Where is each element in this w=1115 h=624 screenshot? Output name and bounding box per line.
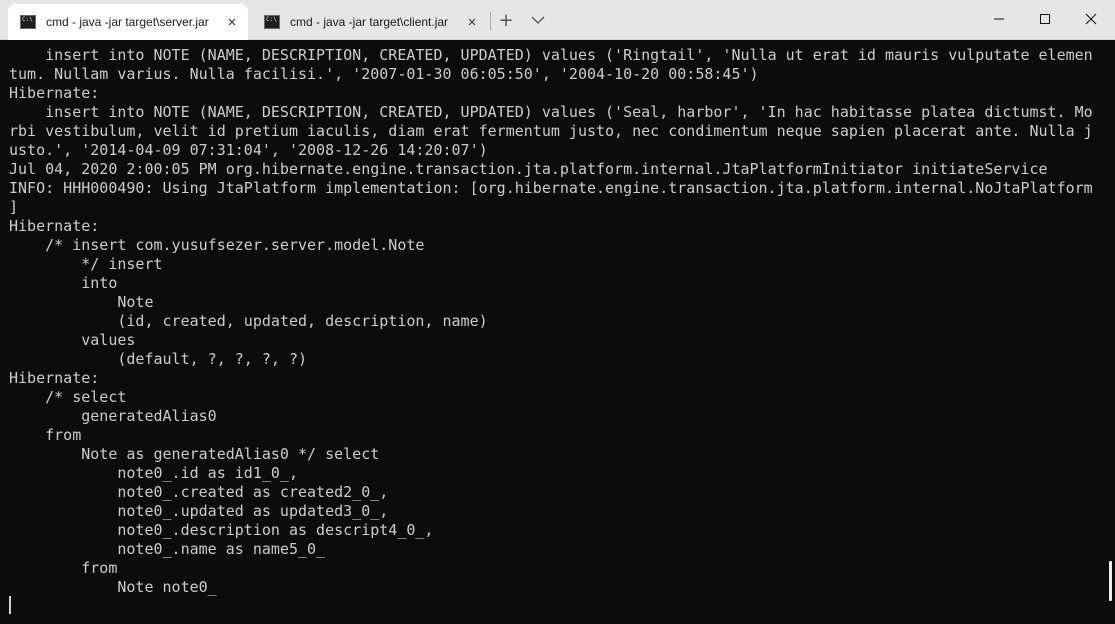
close-window-button[interactable]: [1068, 0, 1114, 38]
new-tab-icon[interactable]: +: [495, 9, 517, 31]
tab-client[interactable]: cmd - java -jar target\client.jar ×: [252, 4, 488, 40]
terminal-line: */ insert: [9, 255, 163, 273]
terminal-line: note0_.id as id1_0_,: [9, 464, 298, 482]
terminal-line: Note: [9, 293, 154, 311]
terminal-line: usto.', '2014-04-09 07:31:04', '2008-12-…: [9, 141, 488, 159]
terminal-line: tum. Nullam varius. Nulla facilisi.', '2…: [9, 65, 759, 83]
terminal-line: note0_.name as name5_0_: [9, 540, 326, 558]
terminal-line: values: [9, 331, 136, 349]
terminal-line: generatedAlias0: [9, 407, 217, 425]
terminal-line: Jul 04, 2020 2:00:05 PM org.hibernate.en…: [9, 160, 1048, 178]
chevron-down-icon[interactable]: [528, 10, 548, 30]
tab-divider: [490, 12, 491, 30]
cmd-icon: [20, 15, 36, 29]
close-icon: [1085, 13, 1097, 25]
tab-client-label: cmd - java -jar target\client.jar: [290, 15, 449, 29]
cmd-icon: [264, 15, 280, 29]
terminal-line: rbi vestibulum, velit id pretium iaculis…: [9, 122, 1093, 140]
minimize-button[interactable]: [976, 0, 1022, 38]
title-bar: cmd - java -jar target\server.jar × cmd …: [0, 0, 1115, 40]
terminal-line: Hibernate:: [9, 369, 100, 387]
tab-server-label: cmd - java -jar target\server.jar: [46, 15, 209, 29]
terminal-line: note0_.created as created2_0_,: [9, 483, 389, 501]
tab-server[interactable]: cmd - java -jar target\server.jar ×: [8, 4, 248, 40]
scrollbar-thumb[interactable]: [1109, 561, 1112, 601]
tab-server-close-icon[interactable]: ×: [222, 12, 242, 32]
terminal-line: into: [9, 274, 118, 292]
terminal-line: /* insert com.yusufsezer.server.model.No…: [9, 236, 425, 254]
terminal-line: Hibernate:: [9, 84, 100, 102]
terminal-output[interactable]: insert into NOTE (NAME, DESCRIPTION, CRE…: [0, 41, 1105, 624]
terminal-line: INFO: HHH000490: Using JtaPlatform imple…: [9, 179, 1093, 197]
terminal-line: (id, created, updated, description, name…: [9, 312, 488, 330]
maximize-icon: [1040, 14, 1050, 24]
terminal-line: /* select: [9, 388, 127, 406]
terminal-line: insert into NOTE (NAME, DESCRIPTION, CRE…: [9, 103, 1093, 121]
terminal-line: from: [9, 559, 118, 577]
terminal-line: insert into NOTE (NAME, DESCRIPTION, CRE…: [9, 46, 1093, 64]
terminal-line: Note note0_: [9, 578, 217, 596]
terminal-line: Note as generatedAlias0 */ select: [9, 445, 380, 463]
terminal-line: from: [9, 426, 82, 444]
terminal-line: Hibernate:: [9, 217, 100, 235]
text-cursor: [9, 596, 11, 614]
maximize-button[interactable]: [1022, 0, 1068, 38]
terminal-line: ]: [9, 198, 19, 216]
terminal-line: note0_.description as descript4_0_,: [9, 521, 434, 539]
minimize-icon: [994, 18, 1004, 20]
terminal-line: (default, ?, ?, ?, ?): [9, 350, 308, 368]
tab-client-close-icon[interactable]: ×: [462, 12, 482, 32]
terminal-line: note0_.updated as updated3_0_,: [9, 502, 389, 520]
